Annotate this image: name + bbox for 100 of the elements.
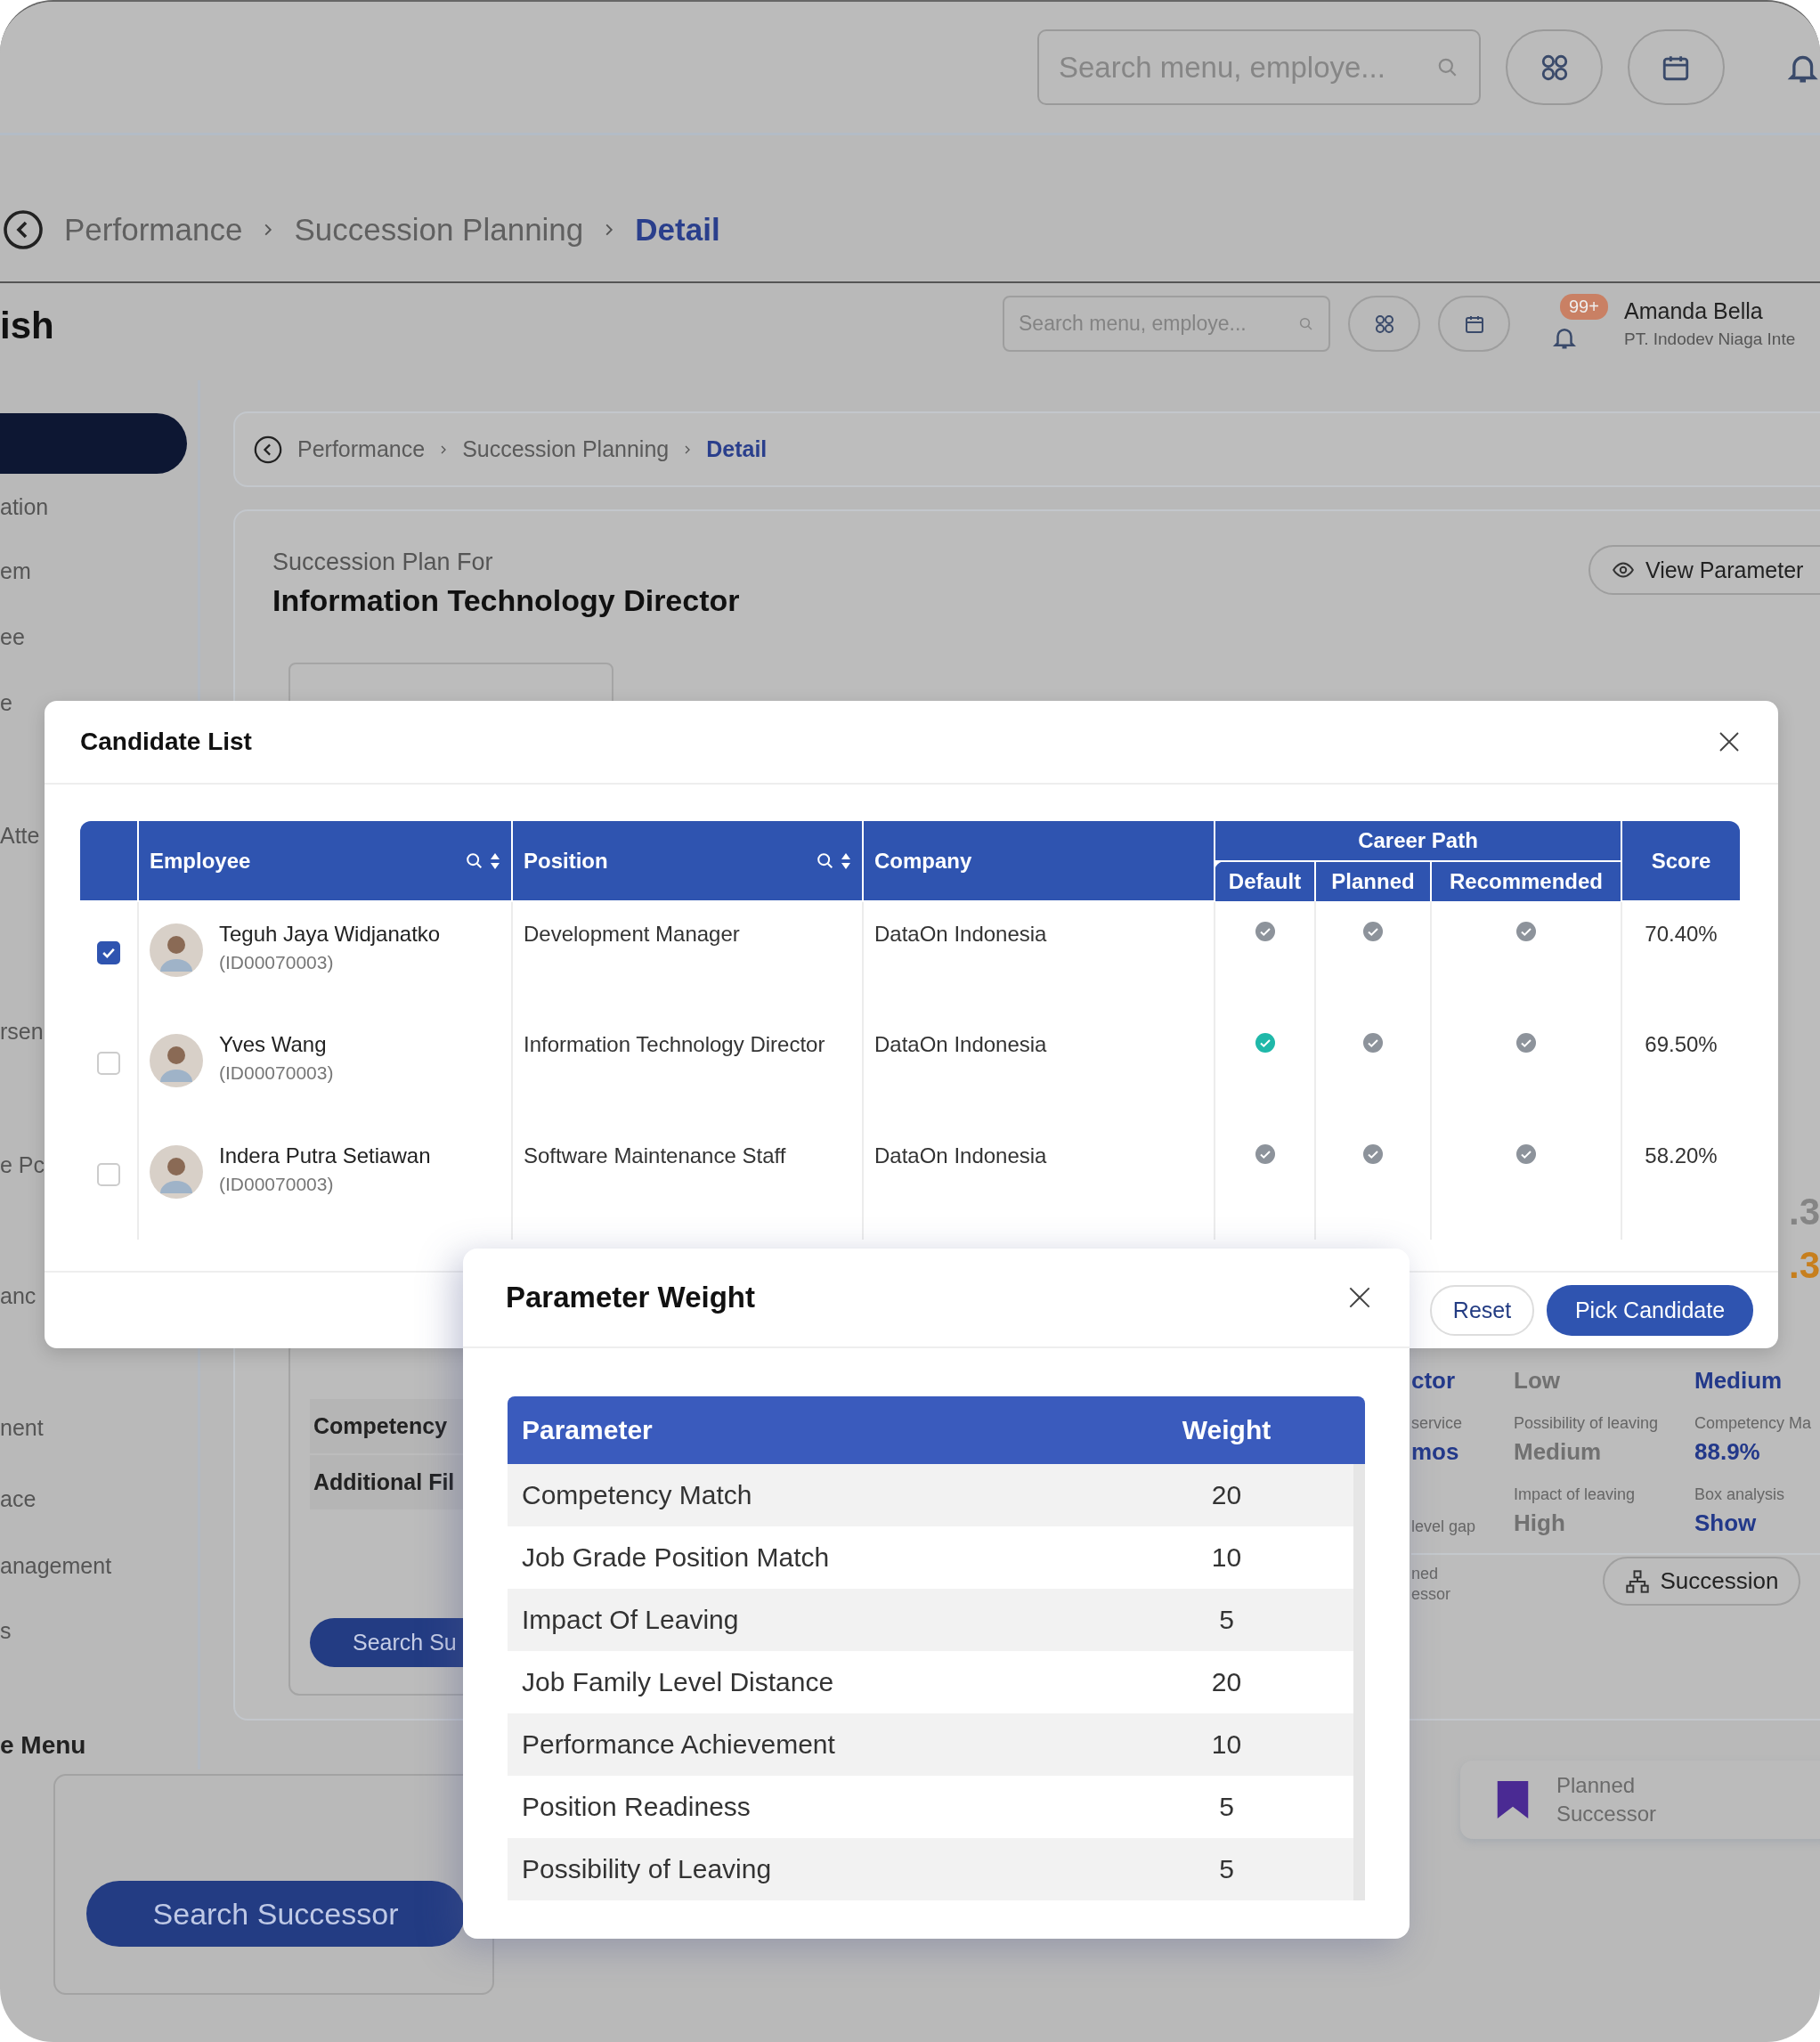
card-label: Successor	[1556, 1802, 1657, 1826]
table-cell: Software Maintenance Staff	[524, 1143, 786, 1167]
table-cell-text: Competency Match	[521, 1480, 753, 1510]
apps-button[interactable]	[1506, 29, 1603, 105]
table-cell-text: 20	[1210, 1667, 1243, 1697]
avatar-icon	[150, 923, 203, 977]
sidebar-item[interactable]	[0, 413, 187, 474]
header-cell: Planned	[1315, 861, 1431, 901]
detail-value: Show	[1694, 1509, 1758, 1538]
score-cell: 70.40%	[1645, 922, 1718, 946]
table-cell-text: Job Family Level Distance	[521, 1667, 835, 1697]
table-cell-text: Impact Of Leaving	[521, 1605, 740, 1635]
sidebar-item[interactable]: ace	[0, 1486, 37, 1512]
table-cell-text: Job Grade Position Match	[521, 1542, 831, 1573]
table-cell: Development Manager	[524, 922, 740, 946]
pick-candidate-button[interactable]: Pick Candidate	[1547, 1285, 1753, 1336]
calendar-button[interactable]	[1627, 29, 1725, 105]
search-icon	[1298, 315, 1314, 332]
back-icon[interactable]	[2, 208, 45, 251]
breadcrumb-link[interactable]: Performance	[297, 436, 426, 462]
detail-label: essor	[1411, 1585, 1450, 1604]
reset-button[interactable]: Reset	[1430, 1285, 1534, 1336]
notification-badge: 99+	[1560, 293, 1608, 320]
detail-value: Low	[1514, 1366, 1561, 1395]
avatar-icon	[150, 1034, 203, 1087]
hierarchy-icon	[1624, 1568, 1650, 1594]
search-successor-button[interactable]: Search Successor	[86, 1881, 465, 1947]
dialog-title: Candidate List	[80, 728, 252, 756]
detail-label: Possibility of leaving	[1514, 1413, 1660, 1434]
sidebar-item[interactable]: anc	[0, 1283, 37, 1309]
sidebar-item[interactable]: ation	[0, 494, 49, 520]
header-cell[interactable]: Employee	[138, 821, 512, 901]
header-cell[interactable]: Position	[512, 821, 863, 901]
plan-caption: Succession Plan For	[272, 549, 494, 576]
table-cell-text: Position Readiness	[521, 1792, 752, 1822]
score-value: .3	[1788, 1244, 1820, 1287]
detail-value: Medium	[1514, 1437, 1603, 1467]
employee-name: Teguh Jaya Widjanatko	[219, 922, 441, 947]
apps-button[interactable]	[1348, 296, 1420, 352]
header-cell: Score	[1621, 821, 1740, 901]
header-cell: Career Path	[1215, 821, 1621, 861]
table-cell-text: 10	[1210, 1729, 1243, 1760]
employee-id: (ID00070003)	[219, 952, 335, 973]
table-cell-text: 5	[1218, 1792, 1235, 1822]
employee-id: (ID00070003)	[219, 1174, 335, 1195]
sidebar-item[interactable]: ee	[0, 624, 25, 650]
succession-button[interactable]: Succession	[1603, 1557, 1800, 1606]
view-parameter-button[interactable]: View Parameter	[1588, 545, 1820, 595]
table-cell-text: 5	[1218, 1854, 1235, 1884]
sidebar-item[interactable]: e Pc	[0, 1152, 45, 1178]
plan-title: Information Technology Director	[272, 583, 740, 618]
table-cell-text: 5	[1218, 1605, 1235, 1635]
sidebar-item[interactable]: rsen	[0, 1019, 44, 1045]
sidebar-item[interactable]: anagement	[0, 1553, 112, 1579]
sidebar-item[interactable]: nent	[0, 1415, 44, 1441]
user-company: PT. Indodev Niaga Inte	[1624, 329, 1796, 349]
table-cell: DataOn Indonesia	[874, 922, 1047, 946]
header-cell: Recommended	[1431, 861, 1621, 901]
card-label: Planned	[1556, 1773, 1637, 1798]
header-cell-text: Weight	[1181, 1415, 1272, 1445]
sidebar-item[interactable]: em	[0, 558, 31, 584]
detail-label: service	[1411, 1413, 1463, 1434]
search-icon[interactable]	[816, 850, 835, 871]
detail-value: ctor	[1411, 1366, 1457, 1395]
search-icon[interactable]	[465, 850, 484, 871]
score-cell: 69.50%	[1645, 1032, 1718, 1056]
scrollbar[interactable]	[1353, 1464, 1365, 1900]
sidebar-item[interactable]: Atte	[0, 823, 40, 849]
header-cell: Default	[1215, 861, 1315, 901]
grid-icon	[1373, 313, 1395, 335]
table-cell-text: Possibility of Leaving	[521, 1854, 773, 1884]
detail-label: Impact of leaving	[1514, 1485, 1637, 1505]
back-icon[interactable]	[253, 434, 283, 465]
table-cell: DataOn Indonesia	[874, 1032, 1047, 1056]
employee-id: (ID00070003)	[219, 1062, 334, 1084]
user-name: Amanda Bella	[1624, 298, 1764, 324]
detail-label: level gap	[1411, 1517, 1477, 1537]
detail-value: 88.9%	[1694, 1437, 1761, 1467]
detail-value: High	[1514, 1509, 1566, 1538]
dialog-title: Parameter Weight	[506, 1281, 755, 1314]
table-cell-text: 20	[1210, 1480, 1243, 1510]
sidebar-item[interactable]: e	[0, 690, 12, 716]
breadcrumb-link[interactable]: Succession Planning	[462, 436, 670, 462]
employee-name: Yves Wang	[219, 1032, 328, 1057]
detail-label: Competency Ma	[1694, 1413, 1813, 1434]
breadcrumb-link[interactable]: Performance	[64, 212, 243, 248]
table-cell: DataOn Indonesia	[874, 1143, 1047, 1167]
table-cell-text: Performance Achievement	[521, 1729, 836, 1760]
table-cell: Information Technology Director	[524, 1032, 825, 1056]
header-cell: Company	[863, 821, 1215, 901]
header-cell-text: Parameter	[521, 1415, 654, 1445]
logo-text: ish	[0, 305, 54, 347]
employee-name: Indera Putra Setiawan	[219, 1143, 431, 1168]
sidebar-section-label: e Menu	[0, 1731, 86, 1760]
checkbox[interactable]	[97, 941, 120, 964]
sidebar-item[interactable]: s	[0, 1618, 12, 1644]
detail-value: mos	[1411, 1437, 1460, 1467]
breadcrumb-link[interactable]: Succession Planning	[294, 212, 584, 248]
avatar-icon	[150, 1145, 203, 1199]
calendar-button[interactable]	[1438, 296, 1510, 352]
